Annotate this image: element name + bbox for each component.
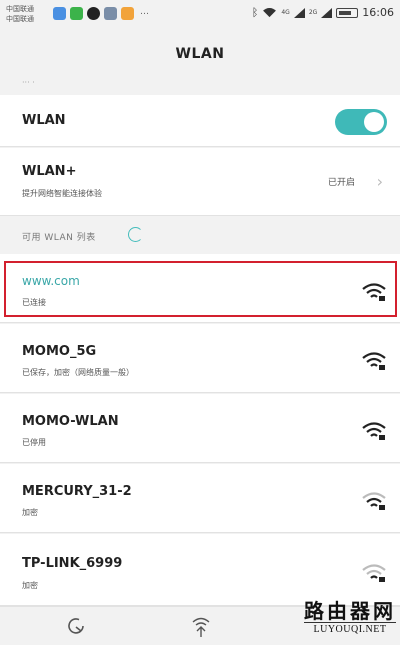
carrier-labels: 中国联通 中国联通	[6, 4, 34, 24]
notification-icons: …	[53, 7, 149, 20]
status-bar: 中国联通 中国联通 … ᛒ 4G 2G 16:06	[0, 0, 400, 30]
signal-icon-2	[321, 7, 333, 18]
network-row[interactable]: MOMO_5G 已保存，加密（网络质量一般）	[0, 324, 400, 393]
wechat-icon	[70, 7, 83, 20]
network-row[interactable]: MERCURY_31-2 加密	[0, 464, 400, 533]
scanning-spinner-icon	[128, 227, 143, 242]
carrier-2: 中国联通	[6, 15, 34, 23]
network-status: 加密	[22, 508, 38, 517]
network-ssid: www.com	[22, 274, 80, 288]
wlan-plus-state: 已开启	[327, 178, 355, 188]
wifi-direct-icon[interactable]	[190, 616, 212, 638]
wlan-switch[interactable]	[335, 109, 387, 135]
status-indicators: ᛒ 4G 2G 16:06	[252, 6, 394, 19]
header: WLAN	[0, 30, 400, 78]
network-2g-label: 2G	[308, 9, 318, 16]
watermark: 路由器网 LUYOUQI.NET	[304, 600, 396, 636]
chevron-right-icon: ›	[376, 172, 383, 191]
network-ssid: MERCURY_31-2	[22, 484, 132, 499]
qq-icon	[87, 7, 100, 20]
wlan-plus-label: WLAN+	[22, 164, 77, 179]
more-notifications-icon: …	[140, 7, 149, 17]
network-row[interactable]: TP-LINK_6999 加密	[0, 534, 400, 606]
switch-knob	[364, 112, 384, 132]
wifi-locked-icon	[362, 564, 386, 582]
network-ssid: MOMO-WLAN	[22, 414, 119, 429]
watermark-en: LUYOUQI.NET	[304, 622, 396, 636]
wlan-plus-subtitle: 提升网络智能连接体验	[22, 189, 102, 198]
wifi-locked-icon	[362, 283, 386, 301]
network-ssid: MOMO_5G	[22, 344, 97, 359]
network-status: 加密	[22, 581, 38, 590]
network-status: 已保存，加密（网络质量一般）	[22, 368, 134, 377]
wlan-label: WLAN	[22, 113, 66, 128]
available-networks-header: 可用 WLAN 列表	[0, 216, 400, 254]
scroll-remnant-icon: ··· ·	[22, 78, 35, 87]
network-4g-label: 4G	[281, 9, 290, 16]
network-row[interactable]: MOMO-WLAN 已停用	[0, 394, 400, 463]
wifi-locked-icon	[362, 492, 386, 510]
wifi-status-icon	[263, 8, 277, 18]
wlan-toggle-row[interactable]: WLAN	[0, 95, 400, 147]
wifi-locked-icon	[362, 352, 386, 370]
refresh-icon[interactable]	[66, 616, 86, 636]
watermark-cn: 路由器网	[304, 599, 396, 623]
app-notification-icon	[53, 7, 66, 20]
page-title: WLAN	[175, 46, 225, 62]
gallery-icon	[104, 7, 117, 20]
network-row[interactable]: www.com 已连接	[0, 254, 400, 323]
network-status: 已连接	[22, 298, 46, 307]
network-status: 已停用	[22, 438, 46, 447]
wifi-locked-icon	[362, 422, 386, 440]
battery-icon	[336, 7, 359, 18]
carrier-1: 中国联通	[6, 5, 34, 13]
wlan-plus-row[interactable]: WLAN+ 提升网络智能连接体验 已开启 ›	[0, 148, 400, 216]
bluetooth-icon: ᛒ	[251, 6, 259, 19]
network-ssid: TP-LINK_6999	[22, 556, 123, 571]
app-notification-icon-2	[121, 7, 134, 20]
clock: 16:06	[362, 6, 394, 19]
signal-icon-1	[293, 7, 305, 18]
available-networks-label: 可用 WLAN 列表	[22, 233, 96, 243]
